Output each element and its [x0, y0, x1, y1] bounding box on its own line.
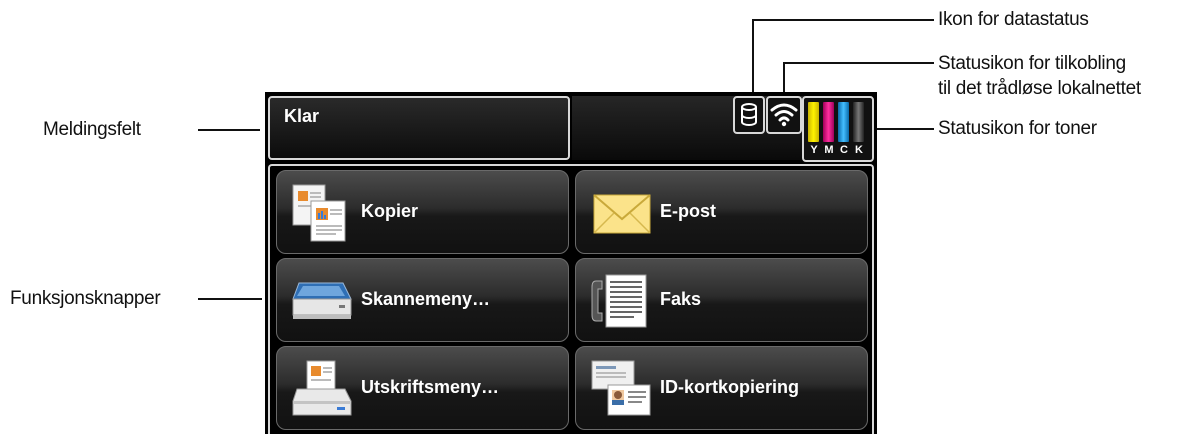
callout-wifi-line2: til det trådløse lokalnettet: [938, 78, 1141, 99]
callout-data-status: Ikon for datastatus: [938, 9, 1089, 30]
fax-button[interactable]: Faks: [575, 258, 868, 342]
printer-icon: [289, 357, 355, 421]
callout-toner: Statusikon for toner: [938, 118, 1097, 139]
toner-letter-k: K: [855, 144, 863, 156]
scan-button-label: Skannemeny…: [361, 289, 491, 309]
leader-line-functions: [198, 298, 262, 300]
toner-letter-y: Y: [810, 144, 818, 156]
wifi-icon[interactable]: [766, 96, 802, 134]
scanner-icon: [289, 269, 355, 333]
copy-icon: [289, 181, 355, 245]
id-card-icon: [588, 357, 654, 421]
toner-bar-k: [853, 102, 864, 142]
id-copy-button-label: ID-kortkopiering: [660, 377, 800, 397]
callout-function-buttons: Funksjonsknapper: [10, 288, 161, 309]
callout-message-field: Meldingsfelt: [43, 119, 141, 140]
toner-letter-c: C: [840, 144, 848, 156]
toner-letter-m: M: [824, 144, 834, 156]
leader-line-wifi-h: [783, 62, 934, 64]
callout-wifi-line1: Statusikon for tilkobling: [938, 53, 1126, 74]
function-buttons-area: Kopier E-post Skannemeny… Faks Utskrifts…: [268, 164, 874, 434]
database-icon[interactable]: [733, 96, 765, 134]
copy-button-label: Kopier: [361, 201, 419, 221]
toner-bar-m: [823, 102, 834, 142]
copy-button[interactable]: Kopier: [276, 170, 569, 254]
toner-bar-y: [808, 102, 819, 142]
message-text: Klar: [284, 106, 320, 126]
fax-button-label: Faks: [660, 289, 702, 309]
leader-line-data-status-v: [752, 19, 754, 97]
toner-bar-c: [838, 102, 849, 142]
leader-line-toner: [874, 128, 934, 130]
email-button-label: E-post: [660, 201, 716, 221]
print-button-label: Utskriftsmeny…: [361, 377, 500, 397]
print-button[interactable]: Utskriftsmeny…: [276, 346, 569, 430]
scan-button[interactable]: Skannemeny…: [276, 258, 569, 342]
id-copy-button[interactable]: ID-kortkopiering: [575, 346, 868, 430]
message-field: Klar: [268, 96, 570, 160]
leader-line-message: [198, 129, 260, 131]
envelope-icon: [588, 181, 654, 245]
leader-line-data-status-h: [752, 19, 934, 21]
toner-status-icon[interactable]: Y M C K: [802, 96, 874, 162]
fax-icon: [588, 269, 654, 333]
email-button[interactable]: E-post: [575, 170, 868, 254]
